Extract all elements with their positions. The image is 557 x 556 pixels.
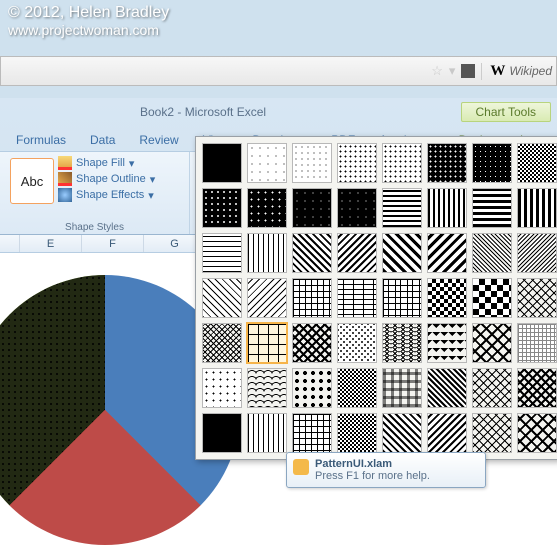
pattern-swatch[interactable] <box>247 278 287 318</box>
pattern-swatch[interactable] <box>427 323 467 363</box>
pattern-swatch[interactable] <box>337 278 377 318</box>
tooltip-title: PatternUI.xlam <box>315 458 477 470</box>
pattern-swatch[interactable] <box>337 413 377 453</box>
col-F[interactable]: F <box>82 235 144 252</box>
pattern-swatch[interactable] <box>202 143 242 183</box>
pattern-swatch[interactable] <box>517 233 557 273</box>
pattern-swatch[interactable] <box>202 413 242 453</box>
pattern-swatch[interactable] <box>472 278 512 318</box>
pattern-swatch[interactable] <box>472 188 512 228</box>
pattern-swatch[interactable] <box>517 278 557 318</box>
bookmark-star-icon[interactable]: ☆ <box>431 63 443 79</box>
pattern-swatch[interactable] <box>247 413 287 453</box>
watermark: © 2012, Helen Bradley www.projectwoman.c… <box>8 4 169 38</box>
shape-style-preview[interactable]: Abc <box>10 158 54 204</box>
pattern-swatch[interactable] <box>472 368 512 408</box>
pattern-swatch[interactable] <box>202 278 242 318</box>
pattern-swatch[interactable] <box>292 368 332 408</box>
pattern-swatch[interactable] <box>292 143 332 183</box>
group-label-shape-styles: Shape Styles <box>0 222 189 233</box>
shape-outline-button[interactable]: Shape Outline ▾ <box>58 172 155 186</box>
context-tab-label: Chart Tools <box>461 102 551 122</box>
col-E[interactable]: E <box>20 235 82 252</box>
pattern-swatch[interactable] <box>427 188 467 228</box>
pattern-swatch[interactable] <box>382 188 422 228</box>
effects-icon <box>58 188 72 202</box>
pattern-swatch[interactable] <box>382 413 422 453</box>
pattern-swatch[interactable] <box>472 233 512 273</box>
title-bar: Book2 - Microsoft Excel Chart Tools <box>0 98 557 126</box>
tab-formulas[interactable]: Formulas <box>4 129 78 151</box>
search-provider[interactable]: WWikiped <box>481 63 552 80</box>
pattern-swatch[interactable] <box>292 278 332 318</box>
pencil-icon <box>58 172 72 186</box>
watermark-line1: © 2012, Helen Bradley <box>8 4 169 22</box>
pattern-swatch[interactable] <box>427 233 467 273</box>
pattern-swatch[interactable] <box>382 278 422 318</box>
pattern-swatch[interactable] <box>472 323 512 363</box>
pattern-swatch[interactable] <box>472 143 512 183</box>
pattern-swatch[interactable] <box>427 278 467 318</box>
pattern-swatch[interactable] <box>247 323 287 363</box>
pattern-swatch[interactable] <box>427 143 467 183</box>
pattern-swatch[interactable] <box>382 368 422 408</box>
pattern-swatch[interactable] <box>337 323 377 363</box>
pattern-swatch[interactable] <box>382 233 422 273</box>
pattern-swatch[interactable] <box>427 413 467 453</box>
pattern-swatch[interactable] <box>247 143 287 183</box>
pattern-swatch[interactable] <box>247 368 287 408</box>
pattern-swatch[interactable] <box>337 368 377 408</box>
pattern-gallery <box>195 136 557 460</box>
tab-review[interactable]: Review <box>127 129 190 151</box>
pattern-swatch[interactable] <box>382 143 422 183</box>
pattern-swatch[interactable] <box>292 413 332 453</box>
pattern-swatch[interactable] <box>517 368 557 408</box>
extension-icon[interactable] <box>461 64 475 78</box>
pattern-swatch[interactable] <box>517 323 557 363</box>
watermark-line2: www.projectwoman.com <box>8 22 169 38</box>
shape-fill-button[interactable]: Shape Fill ▾ <box>58 156 155 170</box>
tooltip: PatternUI.xlam Press F1 for more help. <box>286 452 486 488</box>
pattern-swatch[interactable] <box>517 413 557 453</box>
paint-bucket-icon <box>58 156 72 170</box>
pattern-swatch[interactable] <box>247 188 287 228</box>
pattern-swatch[interactable] <box>337 233 377 273</box>
pattern-swatch[interactable] <box>247 233 287 273</box>
browser-toolbar: ☆ ▾ WWikiped <box>0 56 557 86</box>
tab-data[interactable]: Data <box>78 129 127 151</box>
document-title: Book2 - Microsoft Excel <box>140 105 266 119</box>
pattern-swatch[interactable] <box>202 233 242 273</box>
pattern-swatch[interactable] <box>382 323 422 363</box>
shape-effects-button[interactable]: Shape Effects ▾ <box>58 188 155 202</box>
feed-icon[interactable]: ▾ <box>449 63 456 79</box>
pattern-swatch[interactable] <box>202 323 242 363</box>
tooltip-subtitle: Press F1 for more help. <box>315 470 477 482</box>
pattern-swatch[interactable] <box>472 413 512 453</box>
pattern-swatch[interactable] <box>337 143 377 183</box>
pattern-swatch[interactable] <box>202 188 242 228</box>
pattern-swatch[interactable] <box>292 188 332 228</box>
pattern-swatch[interactable] <box>517 143 557 183</box>
pattern-swatch[interactable] <box>292 233 332 273</box>
pattern-swatch[interactable] <box>517 188 557 228</box>
pattern-swatch[interactable] <box>202 368 242 408</box>
pattern-swatch[interactable] <box>292 323 332 363</box>
pattern-swatch[interactable] <box>427 368 467 408</box>
pattern-swatch[interactable] <box>337 188 377 228</box>
